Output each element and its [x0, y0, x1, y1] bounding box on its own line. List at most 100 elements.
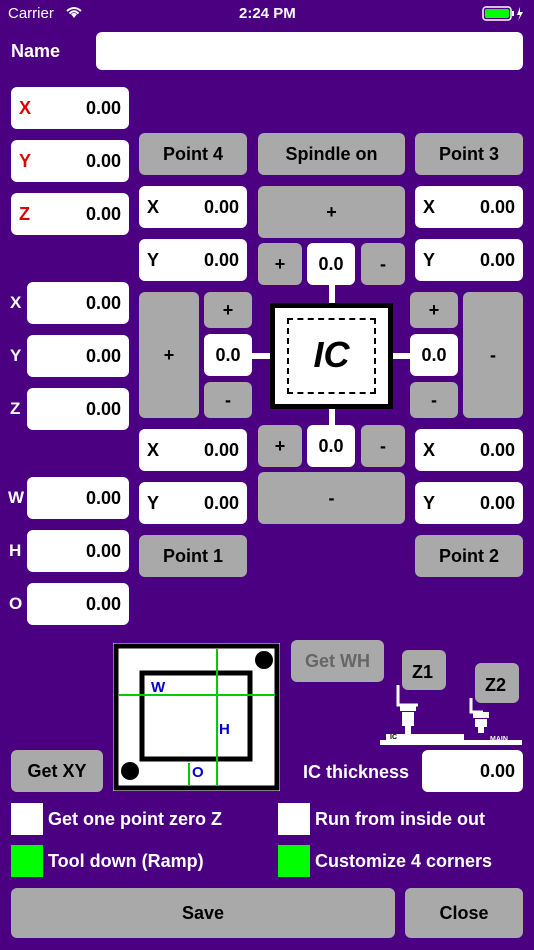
ic-chip-icon: IC [270, 303, 393, 409]
point-4-x-field[interactable]: X 0.00 [139, 186, 247, 228]
offset-y-value: 0.00 [85, 345, 121, 366]
status-bar: Carrier 2:24 PM [0, 0, 534, 28]
diagram-w-label: W [151, 679, 166, 696]
point-4-y-value: 0.00 [203, 249, 239, 270]
point-4-x-value: 0.00 [203, 196, 239, 217]
battery-icon [482, 6, 526, 26]
point-3-x-label: X [423, 196, 436, 217]
point-3-x-value: 0.00 [479, 196, 515, 217]
machine-z-label: Z [19, 203, 30, 224]
point-3-y-field[interactable]: Y 0.00 [415, 239, 523, 281]
point-1-x-value: 0.00 [203, 439, 239, 460]
point-1-button[interactable]: Point 1 [139, 535, 247, 577]
ic-thickness-field[interactable]: 0.00 [422, 750, 523, 792]
spindle-on-button[interactable]: Spindle on [258, 133, 405, 175]
offset-x-value: 0.00 [85, 292, 121, 313]
point-2-button[interactable]: Point 2 [415, 535, 523, 577]
step-top-plus-button[interactable]: + [258, 243, 302, 285]
step-bottom-field[interactable]: 0.0 [307, 425, 355, 467]
offset-o-value: 0.00 [85, 593, 121, 614]
offset-y-label: Y [10, 346, 22, 365]
machine-z-field[interactable]: Z 0.00 [11, 193, 129, 235]
offset-o-field[interactable]: 0.00 [27, 583, 129, 625]
customize-4-corners-checkbox[interactable] [278, 845, 310, 877]
tool-down-ramp-label: Tool down (Ramp) [48, 851, 204, 871]
step-bottom-plus-button[interactable]: + [258, 425, 302, 467]
machine-x-label: X [19, 97, 32, 118]
point-3-y-value: 0.00 [479, 249, 515, 270]
customize-4-corners-label: Customize 4 corners [315, 851, 493, 871]
offset-z-value: 0.00 [85, 398, 121, 419]
ic-thickness-value: 0.00 [479, 760, 515, 781]
point-3-y-label: Y [423, 249, 436, 270]
jog-x-plus-button[interactable]: + [139, 292, 199, 418]
point-2-y-field[interactable]: Y 0.00 [415, 482, 523, 524]
machine-main-label: MAIN [490, 736, 508, 743]
point-2-y-label: Y [423, 492, 436, 513]
step-bottom-minus-button[interactable]: - [361, 425, 405, 467]
get-one-point-zero-z-checkbox[interactable] [11, 803, 43, 835]
get-xy-button[interactable]: Get XY [11, 750, 103, 792]
point-4-button[interactable]: Point 4 [139, 133, 247, 175]
step-left-value: 0.0 [215, 344, 241, 365]
point-2-x-value: 0.00 [479, 439, 515, 460]
step-top-minus-button[interactable]: - [361, 243, 405, 285]
offset-y-field[interactable]: 0.00 [27, 335, 129, 377]
machine-y-value: 0.00 [85, 150, 121, 171]
diagram-h-label: H [219, 721, 230, 738]
machine-figure: Z1 Z2 IC MAIN [378, 650, 524, 748]
diagram-o-label: O [192, 764, 204, 781]
jog-y-minus-button[interactable]: - [258, 472, 405, 524]
point-4-y-label: Y [147, 249, 160, 270]
width-field[interactable]: 0.00 [27, 477, 129, 519]
dimension-diagram: W H O [113, 643, 280, 791]
get-one-point-zero-z-label: Get one point zero Z [48, 809, 222, 829]
offset-z-field[interactable]: 0.00 [27, 388, 129, 430]
save-button[interactable]: Save [11, 888, 395, 938]
point-1-x-label: X [147, 439, 160, 460]
height-value: 0.00 [85, 540, 121, 561]
tool-down-ramp-checkbox[interactable] [11, 845, 43, 877]
get-wh-button[interactable]: Get WH [291, 640, 384, 682]
step-right-plus-button[interactable]: + [410, 292, 458, 328]
jog-y-plus-button[interactable]: + [258, 186, 405, 238]
height-field[interactable]: 0.00 [27, 530, 129, 572]
offset-x-field[interactable]: 0.00 [27, 282, 129, 324]
point-3-button[interactable]: Point 3 [415, 133, 523, 175]
clock: 2:24 PM [239, 5, 296, 22]
point-3-x-field[interactable]: X 0.00 [415, 186, 523, 228]
machine-x-field[interactable]: X 0.00 [11, 87, 129, 129]
point-4-y-field[interactable]: Y 0.00 [139, 239, 247, 281]
point-1-y-value: 0.00 [203, 492, 239, 513]
carrier-label: Carrier [8, 5, 54, 22]
step-right-minus-button[interactable]: - [410, 382, 458, 418]
height-label: H [9, 541, 22, 560]
z2-label: Z2 [485, 675, 507, 695]
machine-y-field[interactable]: Y 0.00 [11, 140, 129, 182]
name-label: Name [11, 41, 61, 61]
step-left-minus-button[interactable]: - [204, 382, 252, 418]
step-left-field[interactable]: 0.0 [204, 334, 252, 376]
name-input[interactable] [96, 32, 523, 70]
machine-y-label: Y [19, 150, 32, 171]
run-from-inside-out-checkbox[interactable] [278, 803, 310, 835]
close-button[interactable]: Close [405, 888, 523, 938]
width-label: W [8, 488, 25, 507]
step-bottom-value: 0.0 [318, 435, 344, 456]
run-from-inside-out-label: Run from inside out [315, 809, 485, 829]
jog-x-minus-button[interactable]: - [463, 292, 523, 418]
point-1-y-field[interactable]: Y 0.00 [139, 482, 247, 524]
point-1-y-label: Y [147, 492, 160, 513]
step-right-value: 0.0 [421, 344, 447, 365]
step-top-field[interactable]: 0.0 [307, 243, 355, 285]
wifi-icon [64, 4, 84, 24]
point-2-y-value: 0.00 [479, 492, 515, 513]
ic-thickness-label: IC thickness [303, 762, 410, 782]
width-value: 0.00 [85, 487, 121, 508]
machine-x-value: 0.00 [85, 97, 121, 118]
point-2-x-field[interactable]: X 0.00 [415, 429, 523, 471]
offset-o-label: O [9, 594, 23, 613]
step-left-plus-button[interactable]: + [204, 292, 252, 328]
point-1-x-field[interactable]: X 0.00 [139, 429, 247, 471]
step-right-field[interactable]: 0.0 [410, 334, 458, 376]
